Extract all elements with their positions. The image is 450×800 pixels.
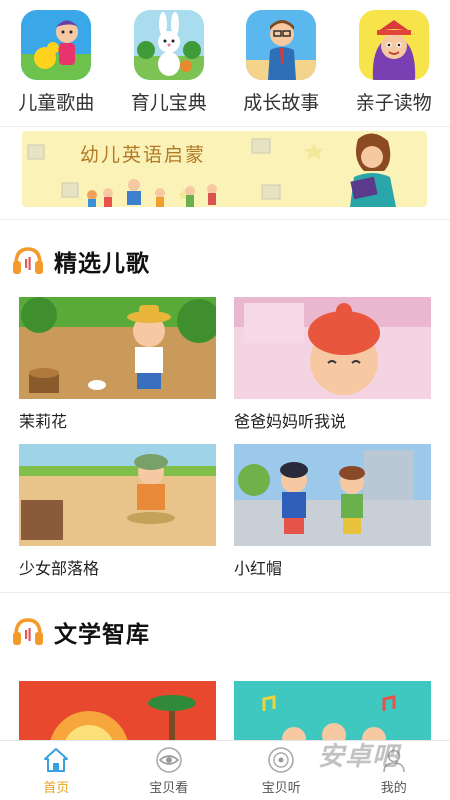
- headphones-icon: [13, 618, 43, 645]
- song-card[interactable]: 小红帽: [234, 444, 431, 579]
- divider: [0, 219, 450, 220]
- category-label: 儿童歌曲: [18, 92, 95, 114]
- nav-label: 宝贝听: [261, 781, 301, 796]
- nav-item-home[interactable]: 首页: [0, 741, 113, 800]
- teacher-icon: [246, 10, 317, 80]
- category-item-growth-stories[interactable]: 成长故事: [225, 0, 338, 126]
- watermark: 安卓吧: [318, 742, 400, 772]
- home-icon: [44, 748, 69, 772]
- nav-label: 宝贝看: [149, 781, 189, 796]
- song-card[interactable]: 少女部落格: [19, 444, 216, 579]
- section-header-literature: 文学智库: [12, 617, 150, 648]
- eye-icon: [155, 747, 182, 773]
- nav-item-watch[interactable]: 宝贝看: [113, 741, 226, 800]
- section-title: 精选儿歌: [54, 251, 150, 277]
- section-title: 文学智库: [54, 622, 150, 648]
- category-item-children-songs[interactable]: 儿童歌曲: [0, 0, 113, 126]
- song-thumbnail: [234, 297, 431, 399]
- category-label: 成长故事: [243, 92, 320, 114]
- promo-banner[interactable]: 幼儿英语启蒙: [22, 131, 427, 207]
- song-card[interactable]: 茉莉花: [19, 297, 216, 432]
- category-item-parent-child-reading[interactable]: 亲子读物: [338, 0, 450, 126]
- category-row: 儿童歌曲 育儿宝典 成长故事 亲子读物: [0, 0, 450, 126]
- banner-title: 幼儿英语启蒙: [80, 144, 207, 166]
- song-title: 爸爸妈妈听我说: [234, 412, 347, 431]
- song-thumbnail: [234, 444, 431, 546]
- disc-icon: [268, 747, 295, 773]
- song-title: 少女部落格: [19, 559, 100, 578]
- divider: [0, 126, 450, 127]
- category-label: 育儿宝典: [130, 92, 207, 114]
- divider: [0, 592, 450, 593]
- song-title: 小红帽: [234, 559, 283, 578]
- duck-kid-icon: [21, 10, 92, 80]
- song-card[interactable]: 爸爸妈妈听我说: [234, 297, 431, 432]
- nav-label: 首页: [43, 781, 70, 796]
- girl-hat-icon: [358, 10, 429, 80]
- category-label: 亲子读物: [355, 92, 432, 114]
- song-thumbnail: [19, 444, 216, 546]
- song-thumbnail: [19, 297, 216, 399]
- bunny-icon: [133, 10, 204, 80]
- section-header-featured-songs: 精选儿歌: [12, 246, 150, 277]
- song-title: 茉莉花: [19, 412, 68, 431]
- nav-label: 我的: [380, 781, 407, 796]
- category-item-parenting[interactable]: 育儿宝典: [113, 0, 226, 126]
- headphones-icon: [13, 247, 43, 274]
